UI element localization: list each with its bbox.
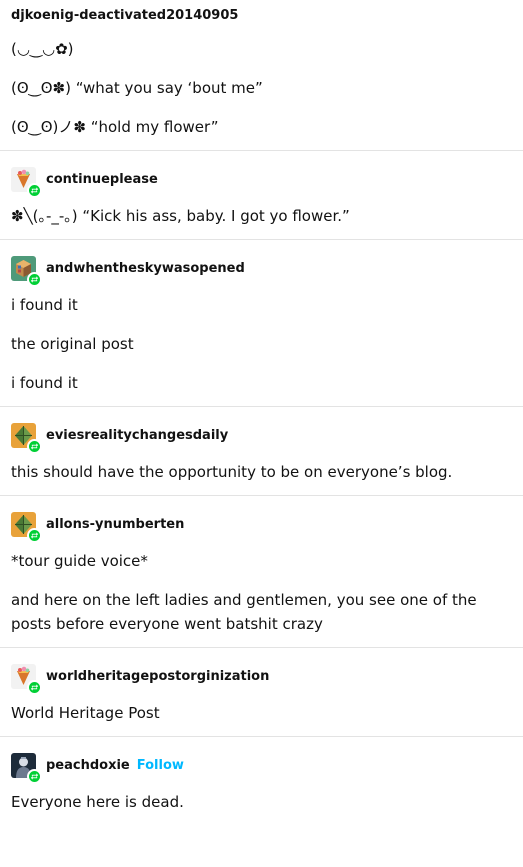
post-paragraph: (ʘ‿ʘ)ノ✽ “hold my flower” [11,118,219,136]
reblog-icon [27,768,42,784]
reblog-paragraph: ✽╲(｡-_-｡) “Kick his ass, baby. I got yo … [11,207,350,225]
reblog-paragraph: and here on the left ladies and gentleme… [11,591,477,633]
reblogger-name[interactable]: worldheritagepostorginization [46,669,269,684]
reblog-content: *tour guide voice* and here on the left … [11,549,512,647]
reblog-paragraph: i found it [11,296,78,314]
ice-cream-cone-avatar[interactable] [11,663,42,695]
reblogger-name[interactable]: allons-ynumberten [46,517,184,532]
cube-avatar[interactable] [11,255,42,287]
reblogger-name[interactable]: andwhentheskywasopened [46,261,245,276]
post-paragraph: (◡‿◡✿) [11,40,74,58]
reblog-paragraph: *tour guide voice* [11,552,148,570]
reblog-content: Everyone here is dead. [11,790,512,825]
reblog-icon [27,527,42,543]
reblogger-name[interactable]: peachdoxie [46,758,130,773]
reblog-item: allons-ynumberten *tour guide voice* and… [0,510,523,648]
reblog-paragraph: this should have the opportunity to be o… [11,463,453,481]
reblog-icon [27,271,42,287]
reblog-item: eviesrealitychangesdaily this should hav… [0,421,523,496]
polyhedron-avatar[interactable] [11,511,42,543]
reblog-paragraph: the original post [11,335,134,353]
post-content: (◡‿◡✿) (ʘ‿ʘ✽) “what you say ‘bout me” (ʘ… [11,37,512,150]
reblog-item: peachdoxie Follow Everyone here is dead. [0,751,523,825]
reblog-paragraph: Everyone here is dead. [11,793,184,811]
original-post: djkoenig-deactivated20140905 (◡‿◡✿) (ʘ‿ʘ… [0,0,523,151]
reblog-item: continueplease ✽╲(｡-_-｡) “Kick his ass, … [0,165,523,240]
reblog-item: andwhentheskywasopened i found it the or… [0,254,523,407]
reblog-icon [27,438,42,454]
reblog-header: peachdoxie Follow [11,751,512,784]
reblog-content: i found it the original post i found it [11,293,512,406]
reblog-content: World Heritage Post [11,701,512,736]
polyhedron-avatar[interactable] [11,422,42,454]
reblog-icon [27,679,42,695]
portrait-avatar[interactable] [11,752,42,784]
reblog-paragraph: i found it [11,374,78,392]
original-blog-name[interactable]: djkoenig-deactivated20140905 [11,8,512,24]
reblog-header: andwhentheskywasopened [11,254,512,287]
reblog-header: allons-ynumberten [11,510,512,543]
post-paragraph: (ʘ‿ʘ✽) “what you say ‘bout me” [11,79,263,97]
reblogger-name[interactable]: eviesrealitychangesdaily [46,428,228,443]
reblog-paragraph: World Heritage Post [11,704,160,722]
reblog-icon [27,182,42,198]
reblog-header: continueplease [11,165,512,198]
reblog-thread: djkoenig-deactivated20140905 (◡‿◡✿) (ʘ‿ʘ… [0,0,523,825]
reblog-content: ✽╲(｡-_-｡) “Kick his ass, baby. I got yo … [11,204,512,239]
reblog-header: eviesrealitychangesdaily [11,421,512,454]
ice-cream-cone-avatar[interactable] [11,166,42,198]
follow-button[interactable]: Follow [137,758,184,773]
reblog-header: worldheritagepostorginization [11,662,512,695]
reblog-item: worldheritagepostorginization World Heri… [0,662,523,737]
reblog-content: this should have the opportunity to be o… [11,460,512,495]
reblogger-name[interactable]: continueplease [46,172,158,187]
